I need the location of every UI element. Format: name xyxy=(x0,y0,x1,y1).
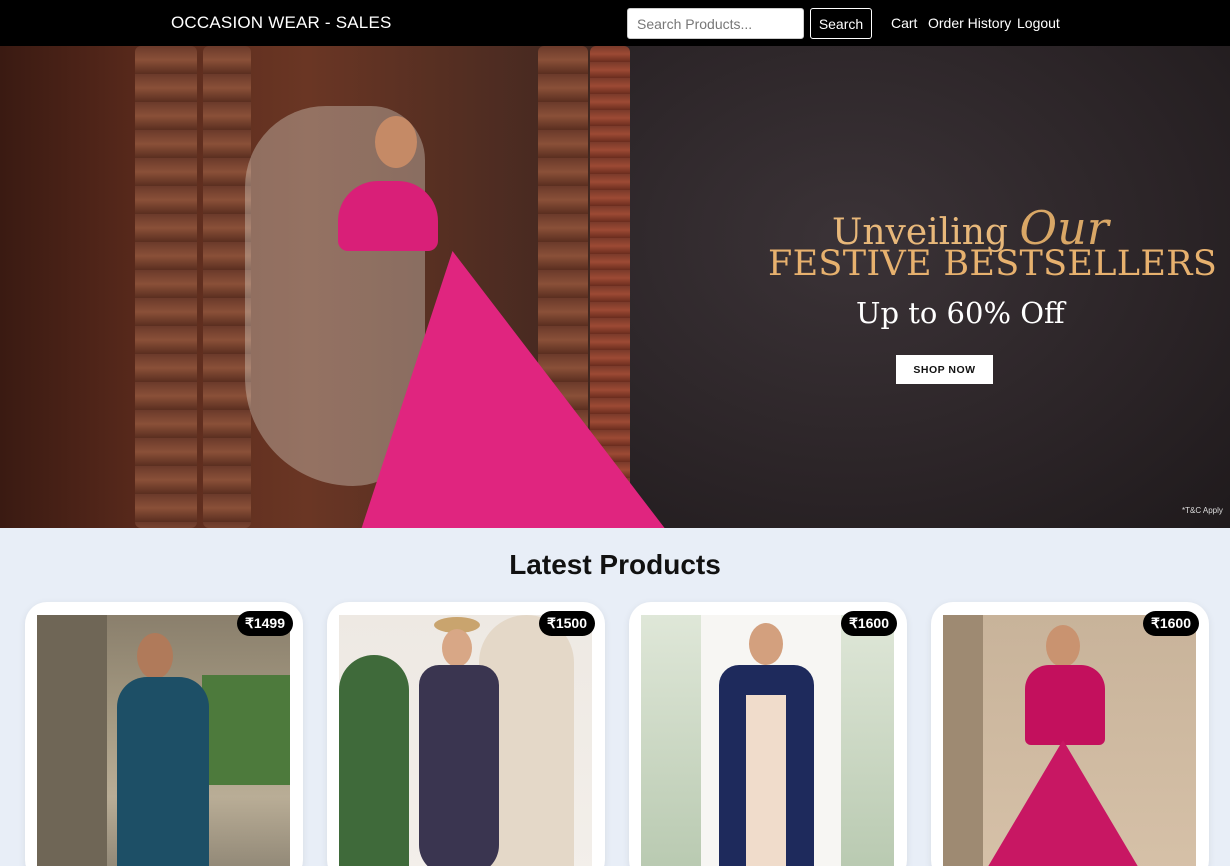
product-image-lehenga xyxy=(746,695,786,866)
shop-now-button[interactable]: SHOP NOW xyxy=(896,355,993,384)
hero-pillar-left-inner xyxy=(203,46,251,528)
nav-link-order-history[interactable]: Order History xyxy=(928,15,1011,31)
hero-title: FESTIVE BESTSELLERS xyxy=(768,244,1218,284)
product-image[interactable] xyxy=(37,615,290,866)
product-image-dress xyxy=(419,665,499,866)
product-image-wall xyxy=(37,615,107,866)
product-image[interactable] xyxy=(339,615,592,866)
price-badge: ₹1500 xyxy=(538,611,595,636)
hero-subtitle: Up to 60% Off xyxy=(856,296,1065,330)
product-image-model-head xyxy=(442,629,472,667)
search-button[interactable]: Search xyxy=(810,8,872,39)
nav-link-cart[interactable]: Cart xyxy=(891,15,917,31)
price-badge: ₹1600 xyxy=(1142,611,1199,636)
brand-title[interactable]: OCCASION WEAR - SALES xyxy=(171,13,392,33)
product-image-blouse xyxy=(1025,665,1105,745)
product-card[interactable]: ₹1499 xyxy=(25,602,303,866)
product-image-saree xyxy=(117,677,209,866)
hero-tnc: *T&C Apply xyxy=(1182,506,1223,515)
product-image-foliage xyxy=(202,675,290,785)
hero-pillar-left xyxy=(135,46,197,528)
product-image-flowers-right xyxy=(841,615,894,866)
product-image-lehenga xyxy=(983,740,1143,866)
product-image-model-head xyxy=(749,623,783,665)
hero-model-skirt xyxy=(347,251,743,528)
product-image-door xyxy=(943,615,983,866)
product-card[interactable]: ₹1600 xyxy=(629,602,907,866)
product-image-model-head xyxy=(1046,625,1080,667)
hero-banner[interactable]: Unveiling Our FESTIVE BESTSELLERS Up to … xyxy=(0,46,1230,528)
product-card[interactable]: ₹1500 xyxy=(327,602,605,866)
price-badge: ₹1499 xyxy=(236,611,293,636)
latest-products-title: Latest Products xyxy=(509,549,721,580)
hero-model-blouse xyxy=(338,181,438,251)
navbar: OCCASION WEAR - SALES Search Cart Order … xyxy=(0,0,1230,46)
product-image-flowers-left xyxy=(641,615,701,866)
product-card[interactable]: ₹1600 xyxy=(931,602,1209,866)
product-image-plant xyxy=(339,655,409,866)
nav-link-logout[interactable]: Logout xyxy=(1017,15,1060,31)
product-image[interactable] xyxy=(641,615,894,866)
price-badge: ₹1600 xyxy=(840,611,897,636)
hero-model-head xyxy=(375,116,417,168)
search-input[interactable] xyxy=(627,8,804,39)
product-image-model-head xyxy=(137,633,173,679)
product-image[interactable] xyxy=(943,615,1196,866)
